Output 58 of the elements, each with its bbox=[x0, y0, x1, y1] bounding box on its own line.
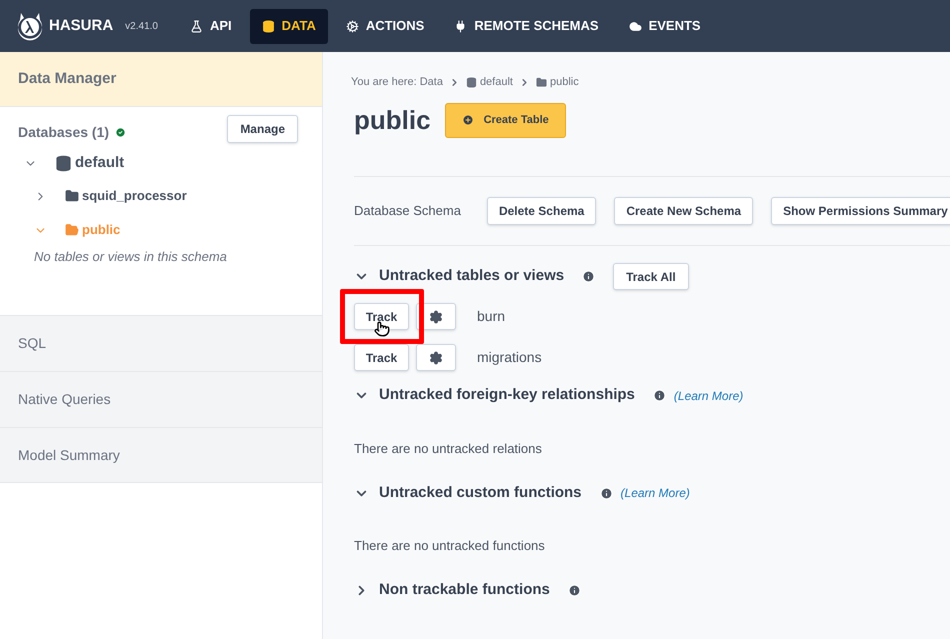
folder-icon bbox=[65, 223, 79, 237]
folder-icon bbox=[536, 76, 547, 88]
sidebar-section[interactable]: SQL bbox=[0, 315, 322, 371]
info-icon bbox=[600, 486, 613, 500]
settings-icon bbox=[429, 310, 443, 324]
learn-more-link[interactable]: (Learn More) bbox=[620, 484, 690, 502]
tree-item[interactable]: default bbox=[75, 152, 124, 174]
empty-note: No tables or views in this schema bbox=[33, 248, 228, 266]
plus-icon bbox=[462, 114, 474, 126]
database-icon bbox=[262, 20, 275, 32]
version-label: v2.41.0 bbox=[125, 20, 158, 34]
learn-more-link[interactable]: (Learn More) bbox=[674, 386, 744, 404]
page-title: public bbox=[354, 104, 431, 136]
info-icon bbox=[652, 389, 666, 402]
settings-icon bbox=[429, 350, 443, 364]
empty-message: There are no untracked relations bbox=[354, 440, 543, 458]
breadcrumb-link[interactable]: You are here: Data bbox=[351, 74, 443, 90]
track-button[interactable]: Track bbox=[354, 344, 409, 371]
nav-tab[interactable]: ACTIONS bbox=[334, 8, 436, 44]
nav-tab[interactable]: API bbox=[178, 8, 244, 44]
track-button[interactable]: Track bbox=[354, 303, 409, 330]
flask-icon bbox=[190, 20, 203, 32]
folder-icon bbox=[65, 189, 79, 203]
sidebar-section[interactable]: Model Summary bbox=[0, 427, 322, 483]
plug-icon bbox=[454, 20, 468, 32]
settings-button[interactable] bbox=[416, 344, 456, 371]
section-title[interactable]: Non trackable functions bbox=[379, 579, 550, 602]
database-icon bbox=[55, 154, 72, 172]
section-title[interactable]: Untracked custom functions bbox=[379, 482, 582, 504]
breadcrumb-link[interactable]: default bbox=[480, 74, 513, 90]
sidebar-title: Data Manager bbox=[18, 68, 116, 89]
schema-button[interactable]: Delete Schema bbox=[486, 196, 596, 224]
section-title[interactable]: Untracked tables or views bbox=[379, 265, 564, 288]
tree-item[interactable]: squid_processor bbox=[82, 186, 187, 206]
schema-label: Database Schema bbox=[354, 202, 461, 220]
database-icon bbox=[466, 76, 477, 88]
section-title[interactable]: Untracked foreign-key relationships bbox=[379, 384, 635, 407]
gear-icon bbox=[346, 20, 359, 32]
breadcrumb-link[interactable]: public bbox=[550, 74, 579, 90]
schema-button[interactable]: Create New Schema bbox=[614, 196, 754, 224]
cursor-icon bbox=[374, 321, 390, 337]
table-name: burn bbox=[477, 307, 506, 326]
empty-message: There are no untracked functions bbox=[354, 537, 546, 555]
cloud-icon bbox=[628, 20, 642, 32]
manage-button[interactable]: Manage bbox=[227, 115, 298, 143]
nav-tab[interactable]: EVENTS bbox=[616, 8, 713, 44]
sidebar-section[interactable]: Native Queries bbox=[0, 371, 322, 427]
schema-button[interactable]: Show Permissions Summary bbox=[771, 196, 950, 224]
nav-tab[interactable]: DATA bbox=[250, 8, 328, 44]
info-icon bbox=[582, 270, 596, 283]
brand-name: HASURA bbox=[49, 16, 114, 36]
logo-icon bbox=[15, 11, 45, 41]
nav-tab[interactable]: REMOTE SCHEMAS bbox=[442, 8, 611, 44]
table-name: migrations bbox=[477, 348, 542, 367]
info-icon bbox=[568, 584, 581, 597]
create-table-button[interactable]: Create Table bbox=[444, 102, 566, 138]
databases-label: Databases (1) bbox=[18, 122, 110, 142]
track-all-button[interactable]: Track All bbox=[613, 263, 689, 290]
